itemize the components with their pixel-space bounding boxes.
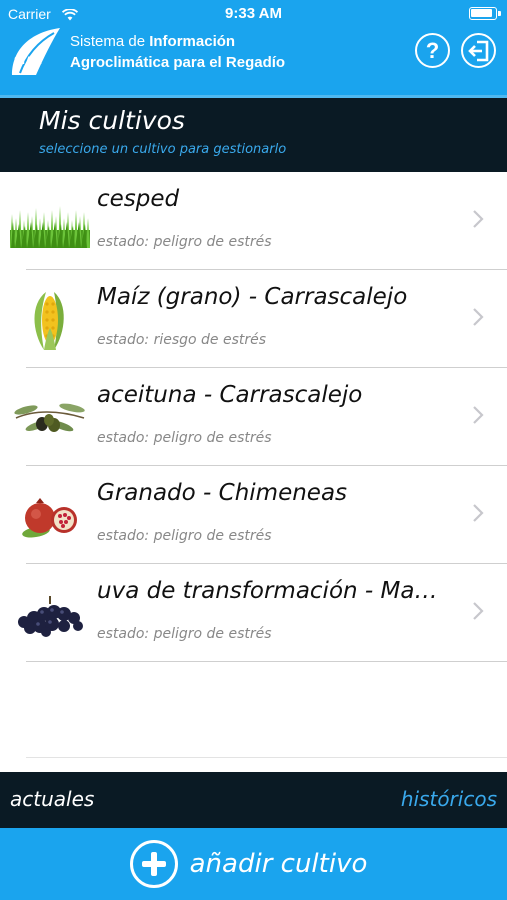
crop-state: estado: peligro de estrés <box>97 528 272 544</box>
crop-row-aceituna[interactable]: aceituna - Carrascalejo estado: peligro … <box>14 368 507 466</box>
crop-name: cesped <box>97 186 180 212</box>
crop-row-maiz[interactable]: Maíz (grano) - Carrascalejo estado: ries… <box>26 270 507 368</box>
clock: 9:33 AM <box>225 5 282 22</box>
plus-circle-icon <box>129 840 178 888</box>
crop-row-uva[interactable]: uva de transformación - Ma… estado: peli… <box>18 564 507 662</box>
olive-icon <box>10 396 90 444</box>
chevron-right-icon <box>473 504 484 522</box>
logout-button[interactable] <box>461 33 496 68</box>
chevron-right-icon <box>473 308 484 326</box>
battery-icon <box>469 7 501 20</box>
crop-state: estado: peligro de estrés <box>97 430 272 446</box>
list-end-divider <box>26 757 507 758</box>
crop-row-cesped[interactable]: cesped estado: peligro de estrés <box>10 172 507 270</box>
logout-icon <box>467 40 488 61</box>
tab-bar: actuales históricos <box>0 772 507 828</box>
crop-list: cesped estado: peligro de estrés Maíz (g… <box>0 172 507 662</box>
corn-icon <box>10 292 90 350</box>
crop-state: estado: peligro de estrés <box>97 234 272 250</box>
crop-row-granado[interactable]: Granado - Chimeneas estado: peligro de e… <box>22 466 507 564</box>
help-button[interactable]: ? <box>415 33 450 68</box>
status-bar: Carrier 9:33 AM <box>0 0 507 28</box>
chevron-right-icon <box>473 406 484 424</box>
grass-icon <box>10 200 90 248</box>
crop-name: aceituna - Carrascalejo <box>97 382 363 408</box>
app-title-line2: Agroclimática para el Regadío <box>70 54 286 71</box>
crop-state: estado: peligro de estrés <box>97 626 272 642</box>
crop-name: Granado - Chimeneas <box>97 480 348 506</box>
app-title-bold: Información <box>149 33 236 50</box>
add-crop-label: añadir cultivo <box>189 849 368 879</box>
app-title-regular: Sistema de <box>70 33 150 50</box>
crop-state: estado: riesgo de estrés <box>97 332 267 348</box>
page-subtitle: seleccione un cultivo para gestionarlo <box>39 142 287 157</box>
chevron-right-icon <box>473 210 484 228</box>
siar-logo <box>10 27 62 77</box>
logo-text: SiAR <box>14 55 43 67</box>
tab-historicos[interactable]: históricos <box>401 787 497 811</box>
app-title: Sistema de Información Agroclimática par… <box>70 31 285 73</box>
app-header: Carrier 9:33 AM SiAR Sistema de Informac… <box>0 0 507 98</box>
add-crop-button[interactable]: añadir cultivo <box>0 828 507 900</box>
chevron-right-icon <box>473 602 484 620</box>
pomegranate-icon <box>10 494 90 542</box>
grapes-icon <box>10 592 90 640</box>
crop-name: Maíz (grano) - Carrascalejo <box>97 284 408 310</box>
tab-actuales[interactable]: actuales <box>10 787 94 811</box>
crop-name: uva de transformación - Ma… <box>97 578 438 604</box>
page-title: Mis cultivos <box>39 106 185 135</box>
help-icon: ? <box>425 37 440 63</box>
section-header: Mis cultivos seleccione un cultivo para … <box>0 98 507 172</box>
